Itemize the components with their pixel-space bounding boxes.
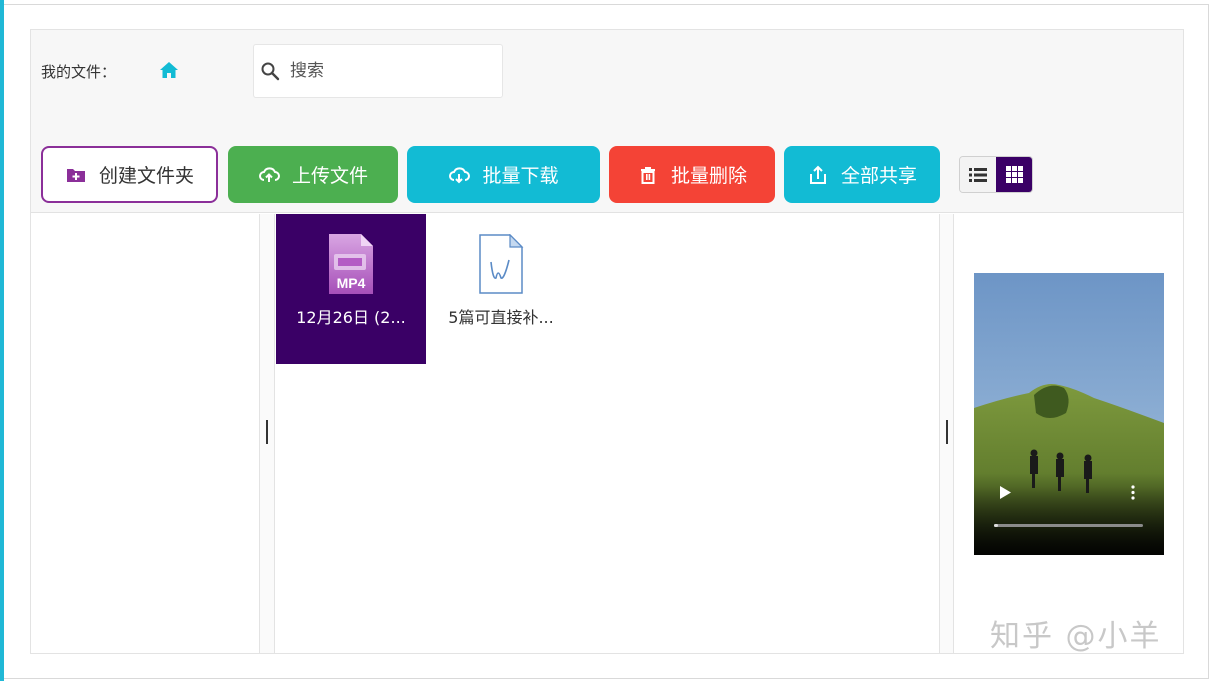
file-tile[interactable]: 5篇可直接补... bbox=[426, 214, 576, 364]
video-preview[interactable] bbox=[974, 273, 1164, 555]
folder-tree-sidebar bbox=[31, 214, 260, 653]
upload-button[interactable]: 上传文件 bbox=[228, 146, 398, 203]
add-folder-icon bbox=[66, 168, 85, 182]
create-folder-label: 创建文件夹 bbox=[98, 165, 194, 187]
splitter-grip[interactable] bbox=[266, 420, 268, 444]
mp4-badge: MP4 bbox=[337, 275, 366, 291]
cloud-download-icon bbox=[449, 166, 471, 183]
share-all-label: 全部共享 bbox=[840, 165, 917, 187]
batch-download-label: 批量下载 bbox=[482, 165, 559, 187]
trash-icon bbox=[640, 166, 655, 184]
left-pane-splitter[interactable] bbox=[260, 214, 275, 653]
grid-view-button[interactable] bbox=[996, 157, 1032, 192]
file-name: 5篇可直接补... bbox=[448, 308, 554, 327]
batch-download-button[interactable]: 批量下载 bbox=[407, 146, 600, 203]
list-icon bbox=[969, 167, 987, 182]
share-all-button[interactable]: 全部共享 bbox=[784, 146, 940, 203]
header: 我的文件： 创建文件夹 上传文件 bbox=[31, 30, 1183, 213]
file-grid: MP4 12月26日 (2... 5篇可直接补... bbox=[276, 214, 939, 653]
file-manager: 我的文件： 创建文件夹 上传文件 bbox=[30, 29, 1184, 654]
view-mode-toggle bbox=[959, 156, 1033, 193]
right-pane-splitter[interactable] bbox=[939, 214, 954, 653]
search-input[interactable] bbox=[290, 55, 490, 87]
list-view-button[interactable] bbox=[960, 157, 996, 192]
search-box bbox=[253, 44, 503, 98]
upload-label: 上传文件 bbox=[291, 165, 368, 187]
cloud-upload-icon bbox=[259, 166, 280, 182]
preview-pane bbox=[955, 214, 1183, 653]
search-icon bbox=[261, 62, 280, 81]
batch-delete-button[interactable]: 批量删除 bbox=[609, 146, 775, 203]
share-icon bbox=[809, 165, 826, 184]
word-document-icon bbox=[479, 234, 524, 294]
watermark-text: 知乎 @小羊 bbox=[990, 619, 1162, 654]
batch-delete-label: 批量删除 bbox=[670, 165, 747, 187]
mp4-file-icon: MP4 bbox=[329, 234, 373, 294]
grid-icon bbox=[1005, 166, 1023, 183]
file-name: 12月26日 (2... bbox=[296, 308, 406, 327]
home-icon[interactable] bbox=[159, 60, 179, 80]
splitter-grip[interactable] bbox=[946, 420, 948, 444]
my-files-label: 我的文件： bbox=[41, 63, 117, 81]
file-tile[interactable]: MP4 12月26日 (2... bbox=[276, 214, 426, 364]
create-folder-button[interactable]: 创建文件夹 bbox=[41, 146, 218, 203]
